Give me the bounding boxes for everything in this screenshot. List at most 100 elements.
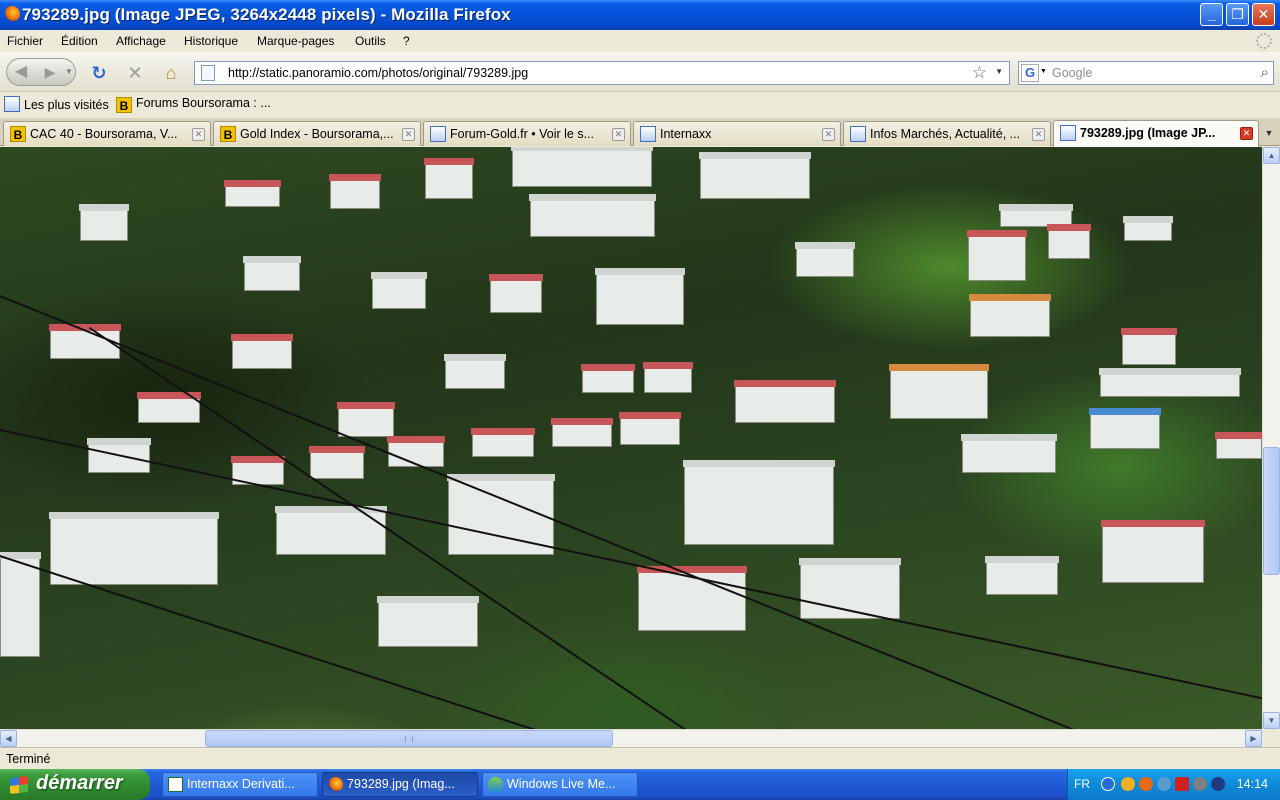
menu-historique[interactable]: Historique	[184, 34, 238, 48]
house	[371, 272, 427, 309]
tab-forum-gold[interactable]: Forum-Gold.fr • Voir le s... ✕	[423, 121, 631, 146]
house	[637, 566, 747, 631]
house	[49, 512, 219, 585]
tray-volume-icon[interactable]	[1211, 777, 1225, 791]
home-icon[interactable]: ⌂	[160, 62, 182, 84]
horizontal-scrollbar[interactable]: ◀ ▶	[0, 729, 1262, 747]
close-tab-icon[interactable]: ✕	[1240, 127, 1253, 140]
task-messenger[interactable]: Windows Live Me...	[482, 772, 638, 797]
google-engine-icon[interactable]: G	[1021, 64, 1039, 82]
bookmark-forums-boursorama[interactable]: B Forums Boursorama : ...	[116, 96, 271, 114]
task-firefox[interactable]: 793289.jpg (Imag...	[322, 772, 478, 797]
house	[309, 446, 365, 479]
excel-icon	[168, 777, 183, 792]
house	[619, 412, 681, 445]
clock[interactable]: 14:14	[1237, 777, 1268, 791]
page-icon	[850, 126, 866, 142]
back-icon[interactable]: ◀	[9, 61, 33, 83]
tab-label: Gold Index - Boursorama,...	[240, 127, 394, 141]
house	[1099, 368, 1241, 397]
start-button[interactable]: démarrer	[0, 769, 150, 800]
tab-cac40[interactable]: B CAC 40 - Boursorama, V... ✕	[3, 121, 211, 146]
tab-infos-marches[interactable]: Infos Marchés, Actualité, ... ✕	[843, 121, 1051, 146]
house	[581, 364, 635, 393]
tab-label: CAC 40 - Boursorama, V...	[30, 127, 178, 141]
windows-logo-icon	[10, 776, 28, 794]
bookmark-most-visited[interactable]: Les plus visités	[4, 96, 109, 114]
close-tab-icon[interactable]: ✕	[192, 128, 205, 141]
house	[595, 268, 685, 325]
house	[1121, 328, 1177, 365]
reload-icon[interactable]: ↻	[88, 62, 110, 84]
search-bar[interactable]: G ▼ Google ⌕	[1018, 61, 1274, 85]
menu-bar: Fichier Édition Affichage Historique Mar…	[0, 30, 1280, 52]
close-tab-icon[interactable]: ✕	[822, 128, 835, 141]
window-titlebar[interactable]: 793289.jpg (Image JPEG, 3264x2448 pixels…	[0, 0, 1280, 30]
tray-messenger-icon[interactable]	[1121, 777, 1135, 791]
scroll-left-icon[interactable]: ◀	[0, 730, 17, 747]
search-icon[interactable]: ⌕	[1261, 64, 1269, 81]
vertical-scroll-thumb[interactable]	[1263, 447, 1280, 575]
boursorama-b-icon: B	[116, 97, 132, 113]
language-indicator[interactable]: FR	[1074, 777, 1090, 791]
url-bar[interactable]: http://static.panoramio.com/photos/origi…	[194, 61, 1010, 85]
scroll-down-icon[interactable]: ▼	[1263, 712, 1280, 729]
page-icon	[201, 65, 215, 81]
tray-device-icon[interactable]	[1193, 777, 1207, 791]
task-internaxx[interactable]: Internaxx Derivati...	[162, 772, 318, 797]
start-label: démarrer	[36, 772, 123, 794]
house	[137, 392, 201, 423]
house	[377, 596, 479, 647]
house	[1089, 408, 1161, 449]
house	[444, 354, 506, 389]
menu-outils[interactable]: Outils	[355, 34, 386, 48]
image-viewport[interactable]	[0, 147, 1262, 729]
stop-icon[interactable]: ✕	[124, 62, 146, 84]
scroll-up-icon[interactable]: ▲	[1263, 147, 1280, 164]
bookmark-star-icon[interactable]: ☆	[972, 63, 987, 83]
minimize-button[interactable]: _	[1200, 3, 1223, 26]
tray-network-icon[interactable]	[1157, 777, 1171, 791]
search-input[interactable]: Google	[1052, 66, 1092, 80]
tab-bar: B CAC 40 - Boursorama, V... ✕ B Gold Ind…	[0, 118, 1280, 147]
forward-icon[interactable]: ▶	[39, 61, 61, 83]
boursorama-b-icon: B	[10, 126, 26, 142]
house	[551, 418, 613, 447]
engine-dropdown-icon[interactable]: ▼	[1040, 68, 1047, 75]
menu-help[interactable]: ?	[403, 34, 410, 48]
task-label: Internaxx Derivati...	[187, 777, 295, 791]
close-button[interactable]: ✕	[1252, 3, 1275, 26]
tray-app-icon[interactable]	[1139, 777, 1153, 791]
maximize-button[interactable]: ❐	[1226, 3, 1249, 26]
menu-marque-pages[interactable]: Marque-pages	[257, 34, 334, 48]
house	[967, 230, 1027, 281]
window-title: 793289.jpg (Image JPEG, 3264x2448 pixels…	[22, 5, 511, 24]
tray-security-icon[interactable]	[1175, 777, 1189, 791]
tab-label: Infos Marchés, Actualité, ...	[870, 127, 1021, 141]
house	[969, 294, 1051, 337]
bookmarks-toolbar: Les plus visités B Forums Boursorama : ..…	[0, 92, 1280, 118]
tab-label: Internaxx	[660, 127, 712, 141]
close-tab-icon[interactable]: ✕	[402, 128, 415, 141]
url-text[interactable]: http://static.panoramio.com/photos/origi…	[228, 66, 528, 80]
status-text: Terminé	[6, 752, 51, 766]
menu-affichage[interactable]: Affichage	[116, 34, 166, 48]
scroll-right-icon[interactable]: ▶	[1245, 730, 1262, 747]
url-dropdown-icon[interactable]: ▼	[995, 67, 1003, 76]
menu-edition[interactable]: Édition	[61, 34, 98, 48]
menu-fichier[interactable]: Fichier	[7, 34, 43, 48]
messenger-icon	[488, 777, 503, 792]
tab-gold-index[interactable]: B Gold Index - Boursorama,... ✕	[213, 121, 421, 146]
tab-list-dropdown-icon[interactable]: ▼	[1260, 122, 1278, 144]
close-tab-icon[interactable]: ✕	[612, 128, 625, 141]
horizontal-scroll-thumb[interactable]	[205, 730, 613, 747]
house	[489, 274, 543, 313]
history-dropdown-icon[interactable]: ▼	[65, 62, 73, 82]
close-tab-icon[interactable]: ✕	[1032, 128, 1045, 141]
house	[1215, 432, 1262, 459]
vertical-scrollbar[interactable]: ▲ ▼	[1262, 147, 1280, 729]
tab-793289-jpg[interactable]: 793289.jpg (Image JP... ✕	[1053, 120, 1259, 147]
tab-internaxx[interactable]: Internaxx ✕	[633, 121, 841, 146]
tray-arrow-icon[interactable]	[1101, 777, 1115, 791]
house	[337, 402, 395, 437]
